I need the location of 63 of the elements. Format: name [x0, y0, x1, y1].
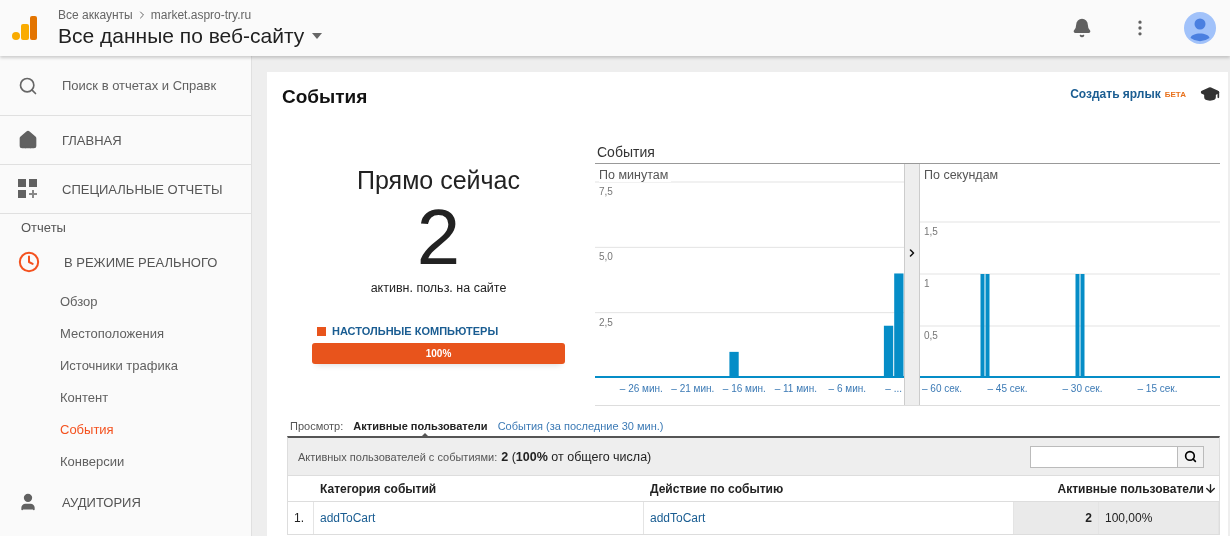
summary-value: 2 (100% от общего числа)	[501, 449, 653, 464]
y-tick-label: 2,5	[599, 316, 613, 328]
table-search-field[interactable]	[1030, 445, 1204, 468]
nav-subitem[interactable]: Местоположения	[0, 318, 251, 350]
x-tick-label: – 15 сек.	[1137, 383, 1178, 394]
x-tick-label: – 60 сек.	[922, 383, 962, 394]
y-tick-label: 1	[924, 278, 930, 289]
x-tick-label: – 6 мин.	[828, 383, 867, 394]
charts-title: События	[595, 130, 1220, 164]
nav-subitem[interactable]: Конверсии	[0, 446, 251, 478]
nav-subitem[interactable]: Источники трафика	[0, 350, 251, 382]
home-icon	[18, 130, 38, 150]
dashboard-plus-icon	[18, 179, 38, 199]
search-icon	[1184, 450, 1197, 463]
search-field[interactable]: Поиск в отчетах и Справк	[62, 78, 227, 93]
x-tick-label: – 16 мин.	[722, 383, 766, 394]
table-cell: 100,00%	[1099, 502, 1219, 534]
nav-subitem[interactable]: Обзор	[0, 286, 251, 318]
section-heading: Отчеты	[20, 219, 67, 237]
graduation-cap-icon[interactable]	[1200, 84, 1220, 104]
search-button[interactable]	[1177, 446, 1203, 467]
y-tick-label: 7,5	[599, 186, 613, 197]
collapse-handle[interactable]	[904, 164, 920, 405]
count-caption: активн. польз. на сайте	[370, 281, 507, 295]
person-icon	[18, 492, 38, 512]
device-label: НАСТОЛЬНЫЕ КОМПЬЮТЕРЫ	[332, 325, 499, 337]
x-tick-label: – 45 сек.	[987, 383, 1028, 394]
y-tick-label: 0,5	[924, 330, 938, 341]
x-tick-label: – 30 сек.	[1062, 383, 1103, 394]
notifications-icon[interactable]	[1072, 18, 1092, 38]
y-tick-label: 1,5	[924, 226, 938, 237]
table-cell: 2	[1014, 502, 1099, 534]
breadcrumb-link[interactable]: market.aspro-try.ru	[150, 8, 252, 22]
bar	[729, 351, 739, 378]
view-title[interactable]: Все данные по веб-сайту	[58, 24, 305, 48]
search-icon	[18, 75, 38, 96]
nav-item[interactable]: ГЛАВНАЯ	[62, 132, 122, 148]
now-heading: Прямо сейчас	[357, 166, 520, 195]
breadcrumb-link[interactable]: Все аккаунты	[58, 8, 133, 22]
summary-label: Активных пользователей с событиями:	[298, 450, 498, 463]
sort-arrow-icon	[1204, 482, 1217, 495]
x-tick-label: – 11 мин.	[774, 383, 817, 394]
category-link[interactable]: addToCart	[320, 511, 376, 525]
nav-subitem[interactable]: Контент	[0, 382, 251, 414]
action-link[interactable]: addToCart	[650, 511, 706, 525]
x-tick-label: – 21 мин.	[671, 383, 715, 394]
logo-icon	[12, 15, 38, 41]
report-title: События	[282, 86, 368, 108]
x-tick-label: – 26 мин.	[619, 383, 663, 394]
x-tick-label: – ...	[885, 383, 902, 394]
share-reading: 100%	[425, 348, 452, 359]
dropdown-caret-icon[interactable]	[312, 33, 323, 39]
chart-title: По минутам	[599, 168, 672, 182]
beta-label: БЕТА	[1164, 89, 1186, 99]
create-shortcut-link[interactable]: Создать ярлык	[1070, 87, 1161, 101]
view-label: Просмотр:	[290, 420, 344, 432]
active-users-count: 2	[416, 195, 461, 279]
nav-item[interactable]: СПЕЦИАЛЬНЫЕ ОТЧЕТЫ	[62, 181, 223, 197]
avatar-icon[interactable]	[1184, 12, 1216, 44]
y-tick-label: 5,0	[599, 251, 613, 263]
nav-item[interactable]: АУДИТОРИЯ	[62, 494, 141, 510]
nav-item[interactable]: В РЕЖИМЕ РЕАЛЬНОГО	[64, 254, 218, 270]
view-tab[interactable]: События (за последние 30 мин.)	[497, 420, 664, 432]
